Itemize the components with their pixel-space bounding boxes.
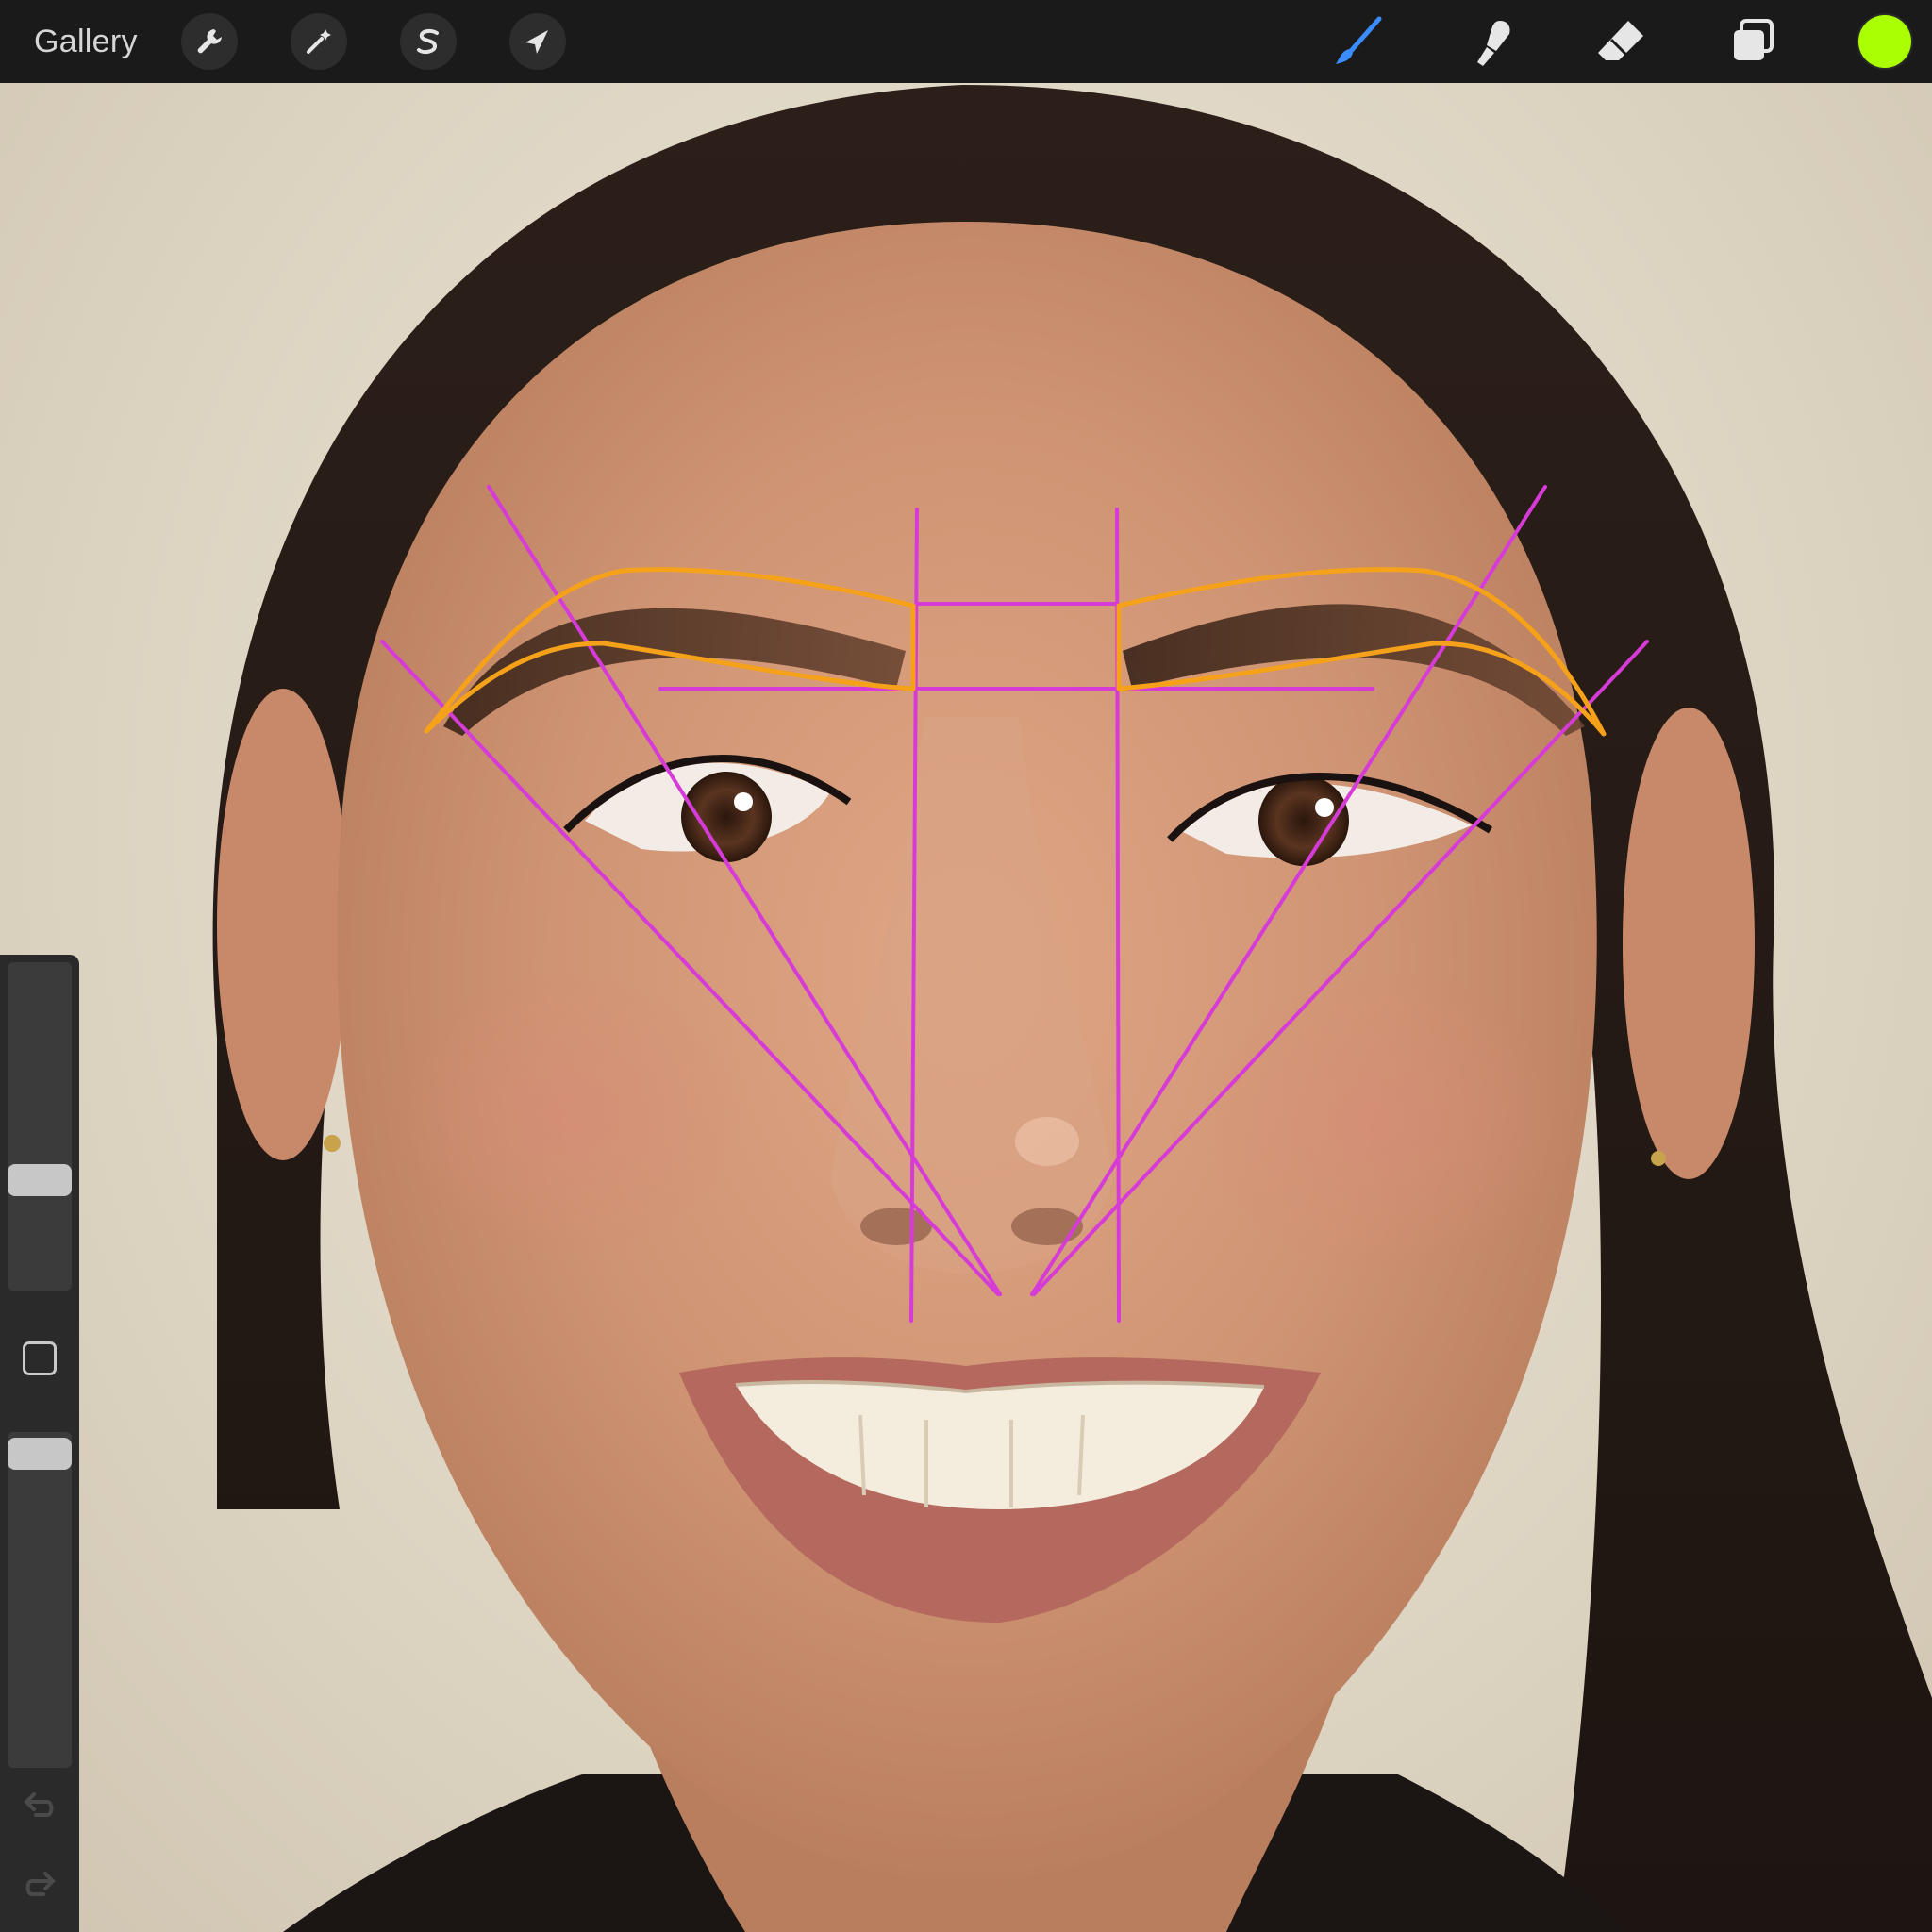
wrench-icon <box>193 25 225 58</box>
transform-button[interactable] <box>509 13 566 70</box>
gallery-button[interactable]: Gallery <box>34 19 138 64</box>
brush-icon <box>1330 13 1387 70</box>
brush-size-thumb[interactable] <box>8 1164 72 1196</box>
redo-icon <box>21 1872 58 1907</box>
top-toolbar: Gallery <box>0 0 1932 83</box>
smudge-button[interactable] <box>1458 11 1519 72</box>
eraser-icon <box>1592 13 1649 70</box>
arrow-cursor-icon <box>522 25 554 58</box>
undo-icon <box>21 1792 58 1828</box>
portrait-photo <box>212 85 1932 1932</box>
side-toolbar <box>0 955 79 1932</box>
eraser-button[interactable] <box>1591 11 1651 72</box>
current-color-swatch[interactable] <box>1858 15 1911 68</box>
redo-button[interactable] <box>21 1866 58 1904</box>
selection-button[interactable] <box>400 13 457 70</box>
drawing-canvas[interactable] <box>0 83 1932 1932</box>
layers-button[interactable] <box>1723 11 1783 72</box>
brush-opacity-thumb[interactable] <box>8 1438 72 1470</box>
adjustments-button[interactable] <box>291 13 347 70</box>
brush-size-slider[interactable] <box>8 962 72 1291</box>
brush-opacity-slider[interactable] <box>8 1432 72 1768</box>
smudge-finger-icon <box>1460 13 1517 70</box>
paint-brush-button[interactable] <box>1328 11 1389 72</box>
modify-button[interactable] <box>23 1341 57 1375</box>
magic-wand-icon <box>303 25 335 58</box>
undo-button[interactable] <box>21 1787 58 1824</box>
selection-s-icon <box>412 25 444 58</box>
layers-icon <box>1724 13 1781 70</box>
actions-button[interactable] <box>181 13 238 70</box>
